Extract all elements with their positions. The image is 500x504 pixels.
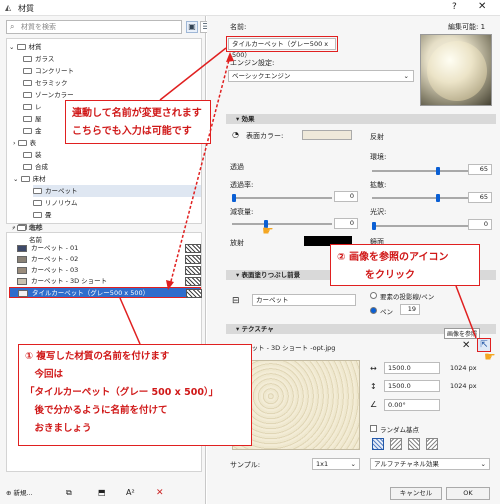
arrow-line <box>159 47 227 101</box>
dashed-link-line <box>169 55 231 286</box>
arrow-head <box>166 280 174 290</box>
arrow-line <box>119 297 141 345</box>
arrow-line <box>455 285 477 339</box>
arrow-head <box>226 52 234 62</box>
arrow-overlay <box>119 47 477 345</box>
